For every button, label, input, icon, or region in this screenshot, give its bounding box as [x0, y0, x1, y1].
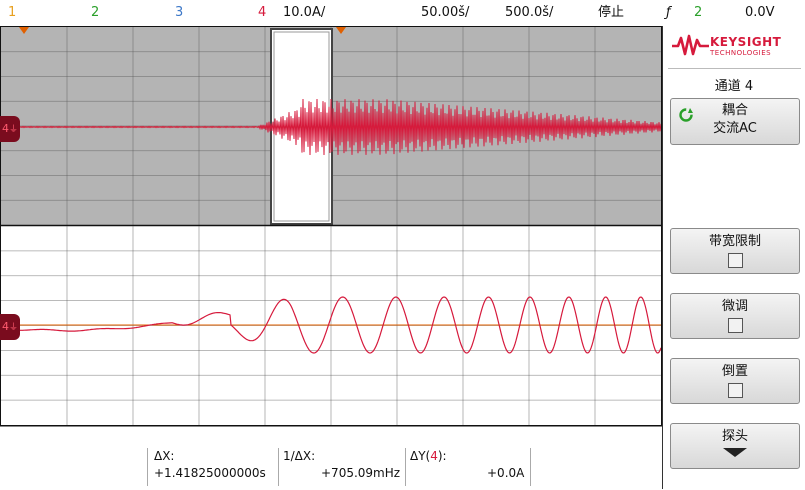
marker-label: 4: [2, 320, 9, 333]
trigger-position-marker-left: [19, 27, 29, 34]
invert-checkbox[interactable]: [727, 383, 743, 398]
trigger-channel: 2: [694, 5, 703, 20]
channel-4-indicator[interactable]: 4: [258, 5, 266, 21]
inverse-delta-x-value: +705.09mHz: [321, 466, 401, 480]
waveform-canvas: [1, 27, 661, 425]
bandwidth-limit-checkbox[interactable]: [727, 253, 743, 268]
bandwidth-limit-label: 带宽限制: [708, 234, 761, 249]
fine-softkey[interactable]: 微调: [670, 293, 800, 339]
delta-y-channel: 4: [430, 449, 438, 463]
softkey-panel: KEYSIGHT TECHNOLOGIES 通道 4 耦合 交流AC 带宽限制 …: [662, 26, 805, 489]
delta-y-suffix: ):: [437, 449, 447, 463]
inverse-delta-x-label: 1/ΔX:: [283, 449, 316, 463]
invert-label: 倒置: [721, 364, 748, 379]
delta-x-label: ΔX:: [154, 449, 175, 463]
brand-name: KEYSIGHT: [710, 35, 782, 49]
channel-4-ground-marker-overview[interactable]: 4⏚: [0, 116, 20, 142]
channel-4-scale: 10.0A/: [283, 5, 326, 20]
channel-1-indicator[interactable]: 1: [8, 5, 16, 21]
fine-checkbox[interactable]: [727, 318, 743, 333]
run-state: 停止: [598, 5, 625, 20]
keysight-wave-icon: [672, 34, 709, 56]
readout-separator: [405, 448, 406, 486]
bandwidth-limit-softkey[interactable]: 带宽限制: [670, 228, 800, 274]
timebase-scale: 50.00š/: [421, 5, 470, 20]
status-bar: 1 2 3 4 10.0A/ 50.00š/ 500.0š/ 停止 ƒ 2 0.…: [0, 0, 805, 26]
trigger-edge-icon: ƒ: [666, 5, 671, 20]
marker-label: 4: [2, 122, 9, 135]
submenu-arrow-icon: [723, 448, 747, 457]
channel-3-indicator[interactable]: 3: [175, 5, 183, 21]
fine-label: 微调: [721, 299, 748, 314]
delta-x-value: +1.41825000000s: [154, 466, 266, 480]
invert-softkey[interactable]: 倒置: [670, 358, 800, 404]
readout-separator: [530, 448, 531, 486]
brand-subtitle: TECHNOLOGIES: [710, 49, 772, 57]
channel-2-indicator[interactable]: 2: [91, 5, 99, 21]
coupling-softkey[interactable]: 耦合 交流AC: [670, 98, 800, 145]
brand-logo: KEYSIGHT TECHNOLOGIES: [663, 26, 805, 66]
trigger-level: 0.0V: [745, 5, 775, 20]
delta-y-value: +0.0A: [487, 466, 525, 480]
rotate-knob-icon: [679, 108, 693, 122]
delta-y-prefix: ΔY(: [410, 449, 431, 463]
probe-label: 探头: [721, 429, 748, 444]
timebase-delay: 500.0š/: [505, 5, 554, 20]
channel-4-ground-marker-zoom[interactable]: 4⏚: [0, 314, 20, 340]
readout-separator: [278, 448, 279, 486]
probe-softkey[interactable]: 探头: [670, 423, 800, 469]
readout-separator: [147, 448, 148, 486]
delta-y-label: ΔY(4):: [410, 449, 447, 464]
panel-divider: [668, 68, 801, 69]
menu-title: 通道 4: [714, 79, 754, 94]
waveform-display[interactable]: 4⏚ 4⏚: [0, 26, 662, 426]
trigger-position-marker[interactable]: [336, 27, 346, 34]
